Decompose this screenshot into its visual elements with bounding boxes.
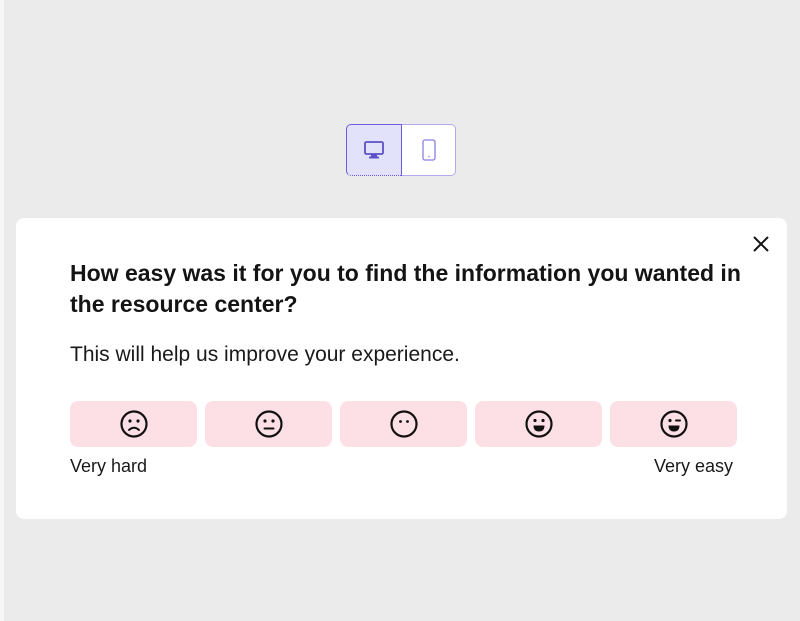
survey-card: How easy was it for you to find the info…	[16, 218, 787, 519]
mobile-preview-button[interactable]	[402, 124, 456, 176]
survey-question: How easy was it for you to find the info…	[70, 260, 741, 317]
device-preview-toggle	[346, 124, 456, 176]
wink-face-icon	[659, 410, 688, 438]
page-edge	[0, 0, 4, 621]
close-button[interactable]	[749, 232, 773, 256]
neutral-face-icon	[254, 410, 283, 438]
blank-face-icon	[389, 410, 418, 438]
rating-scale	[70, 401, 737, 447]
desktop-preview-button[interactable]	[346, 124, 402, 176]
rating-option-1[interactable]	[70, 401, 197, 447]
desktop-monitor-icon	[364, 141, 384, 159]
rating-option-4[interactable]	[475, 401, 602, 447]
survey-subtext: This will help us improve your experienc…	[70, 343, 460, 366]
rating-option-5[interactable]	[610, 401, 737, 447]
rating-option-2[interactable]	[205, 401, 332, 447]
frown-face-icon	[119, 410, 148, 438]
close-icon	[753, 236, 769, 252]
scale-min-label: Very hard	[70, 456, 148, 476]
scale-max-label: Very easy	[653, 456, 733, 476]
mobile-phone-icon	[421, 139, 436, 161]
rating-option-3[interactable]	[340, 401, 467, 447]
grin-face-icon	[524, 410, 553, 438]
